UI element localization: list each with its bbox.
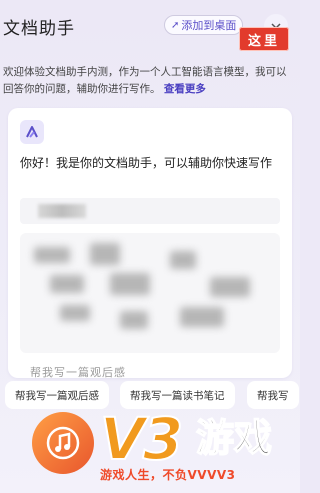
- assistant-greeting: 你好！我是你的文档助手，可以辅助你快速写作: [20, 156, 273, 170]
- chat-card: 你好！我是你的文档助手，可以辅助你快速写作 帮我写一篇观后感: [8, 108, 292, 378]
- watermark-brand-cn: 游戏: [195, 415, 273, 461]
- watermark-brand: V3: [99, 404, 184, 474]
- redacted-smudge: [38, 204, 86, 218]
- redacted-content: [20, 233, 280, 353]
- partial-message: 帮我写一篇观后感: [30, 366, 126, 378]
- redacted-blob: [180, 307, 224, 327]
- music-note-icon: [46, 426, 80, 460]
- redacted-blob: [90, 243, 120, 265]
- redacted-blob: [170, 251, 196, 269]
- redacted-blob: [210, 277, 250, 297]
- suggestion-chip[interactable]: 帮我写一篇观后感: [5, 381, 109, 409]
- redacted-blob: [50, 275, 84, 293]
- watermark-slogan: 游戏人生，不负VVVV3: [100, 468, 236, 482]
- doc-assistant-panel: 文档助手 ➚ 添加到桌面 这里 欢迎体验文档助手内测，作为一个人工智能语言模型，…: [0, 0, 300, 493]
- see-more-link[interactable]: 查看更多: [164, 83, 206, 95]
- page-title: 文档助手: [3, 19, 75, 39]
- header: 文档助手 ➚ 添加到桌面 这里: [0, 0, 300, 51]
- assistant-logo-icon: [26, 126, 38, 138]
- watermark-logo: [32, 412, 94, 474]
- add-to-desktop-button[interactable]: ➚ 添加到桌面: [164, 15, 244, 35]
- annotation-tag: 这里: [239, 27, 289, 51]
- redacted-blob: [120, 311, 148, 329]
- assistant-avatar: [20, 120, 44, 144]
- redacted-blob: [60, 305, 90, 321]
- redacted-blob: [34, 247, 70, 263]
- suggestion-chip[interactable]: 帮我写: [247, 381, 299, 409]
- redacted-field: [20, 198, 280, 224]
- intro-text: 欢迎体验文档助手内测，作为一个人工智能语言模型，我可以回答你的问题，辅助你进行写…: [3, 64, 295, 98]
- intro-body: 欢迎体验文档助手内测，作为一个人工智能语言模型，我可以回答你的问题，辅助你进行写…: [3, 66, 287, 95]
- add-to-desktop-label: 添加到桌面: [181, 19, 237, 32]
- pin-icon: ➚: [171, 19, 180, 31]
- redacted-blob: [110, 273, 150, 295]
